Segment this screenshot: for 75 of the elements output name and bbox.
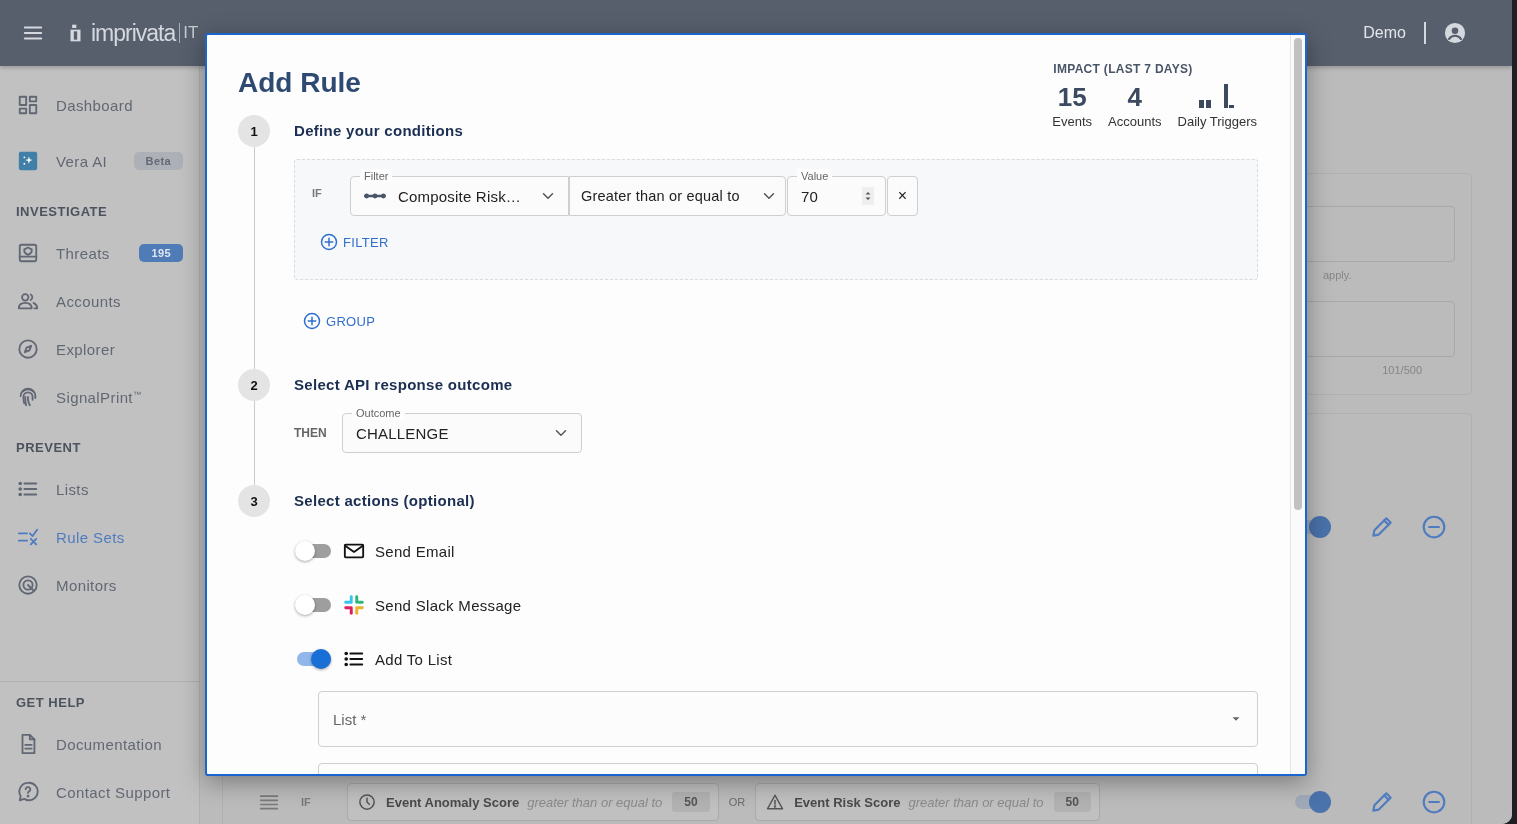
action-label: Add To List bbox=[375, 650, 453, 668]
condition-field: Event Risk Score bbox=[794, 794, 901, 810]
dots-icon bbox=[364, 193, 386, 199]
nav-item[interactable]: SignalPrint$^{™}$ bbox=[0, 373, 199, 421]
section-heading: PREVENT bbox=[15, 438, 82, 457]
grid-icon bbox=[17, 94, 39, 116]
nav-item[interactable]: Explorer bbox=[0, 325, 199, 373]
stat-label: Events bbox=[1052, 114, 1093, 129]
people-icon bbox=[17, 290, 39, 312]
logo-text: imprivata bbox=[91, 19, 176, 47]
add-filter-button[interactable]: FILTER bbox=[320, 229, 1257, 255]
condition-label: IF bbox=[301, 796, 312, 808]
join-label: OR bbox=[728, 796, 746, 808]
dialog-title: Add Rule bbox=[238, 66, 361, 100]
step-title: Select API response outcome bbox=[294, 375, 513, 395]
stat-value: 15 bbox=[1057, 82, 1087, 112]
sparkle-icon bbox=[17, 150, 39, 172]
help-icon bbox=[17, 781, 39, 803]
impact-heading: IMPACT (LAST 7 DAYS) bbox=[1053, 62, 1193, 76]
drag-handle-icon bbox=[259, 792, 279, 812]
checklist-icon bbox=[17, 526, 39, 548]
user-avatar-icon bbox=[1444, 22, 1466, 44]
fingerprint-icon bbox=[17, 386, 39, 408]
add-group-button[interactable]: GROUP bbox=[303, 308, 376, 334]
remove-button[interactable]: × bbox=[887, 176, 918, 216]
user-name[interactable]: Demo bbox=[1363, 24, 1406, 42]
step-number: 2 bbox=[238, 369, 270, 401]
toggle-switch[interactable] bbox=[295, 649, 331, 669]
toggle-switch[interactable] bbox=[295, 541, 331, 561]
condition-value: 50 bbox=[1053, 792, 1091, 812]
step-title: Define your conditions bbox=[294, 121, 464, 141]
operator-select[interactable]: Greater than or equal to bbox=[569, 176, 786, 216]
nav-item[interactable]: Documentation bbox=[0, 720, 199, 768]
section-heading: GET HELP bbox=[15, 693, 86, 712]
nav-item[interactable]: Lists bbox=[0, 465, 199, 513]
nav-item[interactable]: Monitors bbox=[0, 561, 199, 609]
pencil-icon[interactable] bbox=[1369, 789, 1395, 815]
nav-item[interactable]: Accounts bbox=[0, 277, 199, 325]
nav-item[interactable]: Vera AI Beta bbox=[0, 137, 199, 185]
toggle-switch[interactable] bbox=[295, 595, 331, 615]
step-title: Select actions (optional) bbox=[294, 491, 475, 511]
step-number: 3 bbox=[238, 485, 270, 517]
nav-item[interactable]: Dashboard bbox=[0, 81, 199, 129]
plus-circle-icon bbox=[303, 312, 321, 330]
clock-icon bbox=[358, 793, 376, 811]
remove-icon[interactable] bbox=[1421, 514, 1447, 540]
pencil-icon[interactable] bbox=[1369, 514, 1395, 540]
action-label: Send Slack Message bbox=[375, 596, 522, 614]
compass-icon bbox=[17, 338, 39, 360]
spinner-icon bbox=[862, 187, 874, 205]
plus-circle-icon bbox=[320, 233, 338, 251]
stat-label: Daily Triggers bbox=[1177, 114, 1257, 129]
slack-icon bbox=[343, 594, 365, 616]
nav-item[interactable]: Contact Support bbox=[0, 768, 199, 816]
nav-item[interactable]: Rule Sets bbox=[0, 513, 199, 561]
remove-icon[interactable] bbox=[1421, 789, 1447, 815]
condition-label: IF bbox=[312, 187, 323, 199]
target-icon bbox=[17, 574, 39, 596]
warning-icon bbox=[766, 793, 785, 811]
outcome-label: THEN bbox=[294, 424, 328, 440]
nav-badge: Beta bbox=[133, 152, 183, 170]
action-label: Send Email bbox=[375, 542, 455, 560]
scrollbar[interactable] bbox=[1290, 35, 1305, 774]
condition-field: Event Anomaly Score bbox=[386, 794, 520, 810]
step-number: 1 bbox=[238, 115, 270, 147]
nav-item[interactable]: Threats 195 bbox=[0, 229, 199, 277]
stat-label: Accounts bbox=[1108, 114, 1162, 129]
stat-value: 4 bbox=[1127, 82, 1142, 112]
mini-bar-chart bbox=[1199, 84, 1236, 108]
nav-badge: 195 bbox=[139, 244, 183, 262]
product-name: IT bbox=[179, 23, 199, 43]
shield-monitor-icon bbox=[17, 242, 39, 264]
section-heading: INVESTIGATE bbox=[15, 202, 109, 221]
list-select[interactable]: List * bbox=[318, 691, 1258, 747]
condition-value: 50 bbox=[672, 792, 710, 812]
